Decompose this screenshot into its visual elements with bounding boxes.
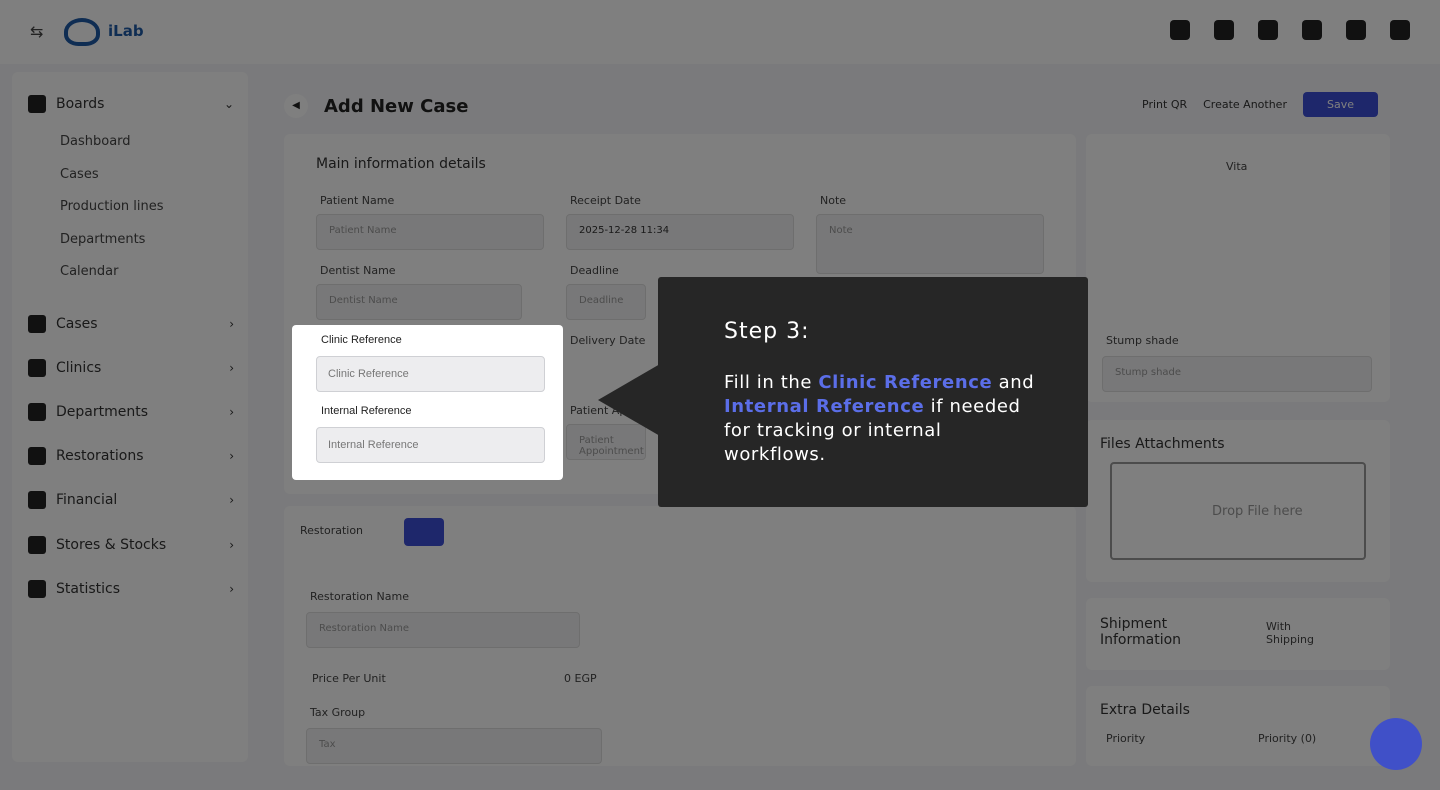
internal-reference-input[interactable]: Internal Reference [316, 427, 545, 463]
chat-button[interactable] [1370, 718, 1422, 770]
tooltip-highlight: Internal Reference [724, 396, 925, 417]
tooltip-text: Fill in the [724, 372, 819, 393]
tooltip-text: and [992, 372, 1035, 393]
tooltip-arrow [598, 364, 660, 436]
tour-spotlight: Clinic Reference Clinic Reference Intern… [292, 325, 563, 480]
tooltip-body: Fill in the Clinic Reference and Interna… [724, 371, 1044, 467]
clinic-reference-input[interactable]: Clinic Reference [316, 356, 545, 392]
internal-reference-label: Internal Reference [321, 405, 412, 417]
tour-tooltip: Step 3: Fill in the Clinic Reference and… [658, 277, 1088, 507]
tooltip-highlight: Clinic Reference [818, 372, 993, 393]
tooltip-step-title: Step 3: [724, 319, 810, 344]
clinic-reference-label: Clinic Reference [321, 334, 402, 346]
